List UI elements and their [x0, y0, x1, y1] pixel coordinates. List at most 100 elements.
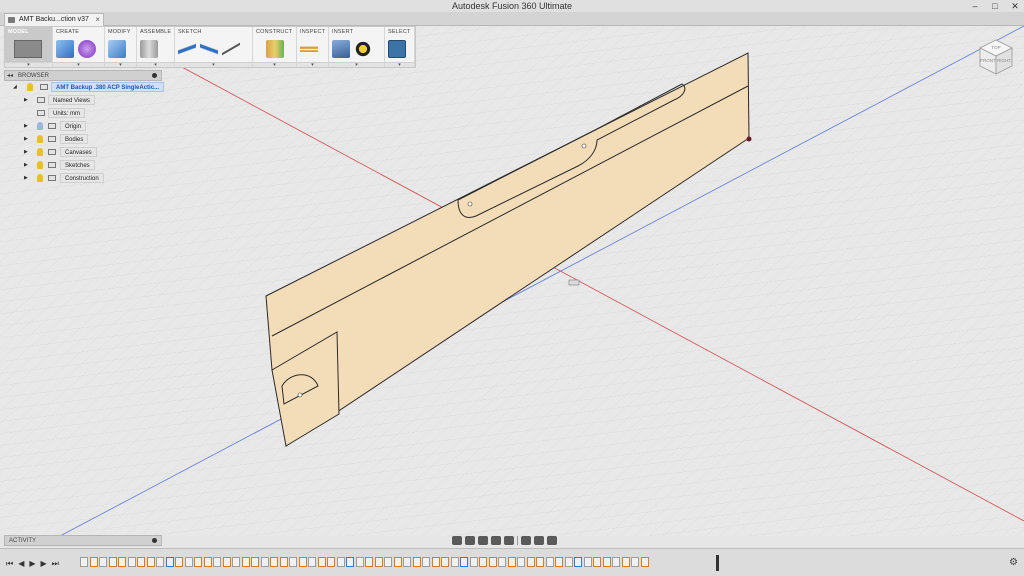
timeline-feature-icon[interactable] — [536, 557, 544, 567]
timeline-feature-icon[interactable] — [99, 557, 107, 567]
sphere-icon[interactable] — [78, 40, 96, 58]
timeline-feature-icon[interactable] — [260, 557, 269, 567]
timeline-feature-icon[interactable] — [498, 557, 506, 567]
timeline-feature-icon[interactable] — [108, 557, 117, 567]
timeline-feature-icon[interactable] — [602, 557, 611, 567]
view-cube-graphic[interactable]: TOP FRONT RIGHT — [976, 38, 1016, 78]
timeline-feature-icon[interactable] — [80, 557, 88, 567]
timeline-feature-icon[interactable] — [526, 557, 535, 567]
workspace-dropdown-icon[interactable]: ▾ — [5, 63, 52, 68]
joint-icon[interactable] — [140, 40, 158, 58]
display-settings-icon[interactable] — [521, 536, 531, 545]
tree-item-construction[interactable]: ▶ Construction — [4, 172, 162, 185]
press-pull-icon[interactable] — [108, 40, 126, 58]
expand-chevron-icon[interactable]: ▶ — [24, 136, 28, 142]
timeline-feature-icon[interactable] — [631, 557, 639, 567]
timeline-feature-icon[interactable] — [279, 557, 288, 567]
timeline-feature-icon[interactable] — [517, 557, 525, 567]
timeline-feature-icon[interactable] — [488, 557, 497, 567]
timeline-track[interactable] — [80, 557, 720, 569]
create-dropdown-icon[interactable]: ▾ — [53, 63, 104, 68]
timeline-feature-icon[interactable] — [146, 557, 155, 567]
timeline-feature-icon[interactable] — [327, 557, 335, 567]
timeline-feature-icon[interactable] — [289, 557, 297, 567]
expand-chevron-icon[interactable]: ▶ — [24, 149, 28, 155]
timeline-feature-icon[interactable] — [583, 557, 592, 567]
pan-icon[interactable] — [478, 536, 488, 545]
expand-chevron-icon[interactable]: ▶ — [24, 97, 28, 103]
timeline-feature-icon[interactable] — [241, 557, 250, 567]
expand-chevron-icon[interactable]: ◢ — [13, 84, 17, 90]
visibility-bulb-icon[interactable] — [27, 83, 33, 91]
tree-item-units[interactable]: Units: mm — [4, 107, 162, 120]
step-forward-icon[interactable]: ▶ — [41, 559, 47, 569]
activity-panel[interactable]: ACTIVITY — [4, 535, 162, 546]
timeline-feature-icon[interactable] — [156, 557, 164, 567]
timeline-feature-icon[interactable] — [564, 557, 573, 567]
timeline-feature-icon[interactable] — [298, 557, 307, 567]
timeline-feature-icon[interactable] — [194, 557, 202, 567]
pin-icon[interactable] — [152, 73, 157, 78]
tree-item-canvases[interactable]: ▶ Canvases — [4, 146, 162, 159]
select-dropdown-icon[interactable]: ▾ — [385, 63, 414, 68]
sketch-dropdown-icon[interactable]: ▾ — [175, 63, 252, 68]
timeline-feature-icon[interactable] — [222, 557, 231, 567]
expand-chevron-icon[interactable]: ▶ — [24, 123, 28, 129]
sketch-point[interactable] — [746, 136, 752, 142]
timeline-feature-icon[interactable] — [89, 557, 98, 567]
insert-dropdown-icon[interactable]: ▾ — [329, 63, 384, 68]
timeline-feature-icon[interactable] — [412, 557, 421, 567]
timeline-feature-icon[interactable] — [317, 557, 326, 567]
minimize-button[interactable]: – — [970, 0, 980, 12]
timeline-feature-icon[interactable] — [469, 557, 478, 567]
timeline-feature-icon[interactable] — [184, 557, 193, 567]
timeline-feature-icon[interactable] — [270, 557, 278, 567]
timeline-marker[interactable] — [716, 555, 719, 571]
assemble-dropdown-icon[interactable]: ▾ — [137, 63, 174, 68]
timeline-feature-icon[interactable] — [165, 557, 174, 567]
origin-marker[interactable] — [568, 279, 580, 286]
extrude-icon[interactable] — [56, 40, 74, 58]
timeline-feature-icon[interactable] — [232, 557, 240, 567]
timeline-feature-icon[interactable] — [393, 557, 402, 567]
close-window-button[interactable]: ✕ — [1010, 0, 1020, 12]
tree-root[interactable]: ◢ AMT Backup .380 ACP SingleActic... — [4, 81, 165, 94]
look-at-icon[interactable] — [465, 536, 475, 545]
expand-chevron-icon[interactable]: ▶ — [24, 162, 28, 168]
timeline-feature-icon[interactable] — [365, 557, 373, 567]
fit-icon[interactable] — [504, 536, 514, 545]
timeline-feature-icon[interactable] — [118, 557, 126, 567]
visibility-bulb-icon[interactable] — [37, 148, 43, 156]
create-sketch-icon[interactable] — [178, 40, 196, 58]
timeline-feature-icon[interactable] — [346, 557, 354, 567]
inspect-dropdown-icon[interactable]: ▾ — [297, 63, 328, 68]
timeline-feature-icon[interactable] — [507, 557, 516, 567]
go-to-end-icon[interactable]: ⏭ — [52, 559, 59, 569]
offset-plane-icon[interactable] — [266, 40, 284, 58]
timeline-feature-icon[interactable] — [612, 557, 620, 567]
timeline-feature-icon[interactable] — [308, 557, 316, 567]
timeline-feature-icon[interactable] — [545, 557, 554, 567]
timeline-feature-icon[interactable] — [137, 557, 145, 567]
view-cube[interactable]: TOP FRONT RIGHT — [976, 38, 1016, 78]
tree-item-sketches[interactable]: ▶ Sketches — [4, 159, 162, 172]
browser-header[interactable]: ◂◂ BROWSER — [4, 70, 162, 81]
workspace-switcher[interactable]: MODEL ▾ — [5, 27, 53, 68]
maximize-button[interactable]: □ — [990, 0, 1000, 12]
trim-icon[interactable] — [222, 40, 240, 58]
measure-icon[interactable] — [300, 40, 318, 58]
timeline-feature-icon[interactable] — [441, 557, 449, 567]
collapse-panel-icon[interactable]: ◂◂ — [7, 71, 13, 81]
timeline-feature-icon[interactable] — [431, 557, 440, 567]
expand-chevron-icon[interactable]: ▶ — [24, 175, 28, 181]
timeline-feature-icon[interactable] — [403, 557, 411, 567]
timeline-feature-icon[interactable] — [336, 557, 345, 567]
modify-dropdown-icon[interactable]: ▾ — [105, 63, 136, 68]
timeline-feature-icon[interactable] — [479, 557, 487, 567]
timeline-feature-icon[interactable] — [213, 557, 221, 567]
timeline-settings-icon[interactable]: ⚙ — [1009, 557, 1018, 568]
visibility-bulb-icon[interactable] — [37, 135, 43, 143]
timeline-feature-icon[interactable] — [374, 557, 383, 567]
timeline-feature-icon[interactable] — [640, 557, 649, 567]
pin-icon[interactable] — [152, 538, 157, 543]
